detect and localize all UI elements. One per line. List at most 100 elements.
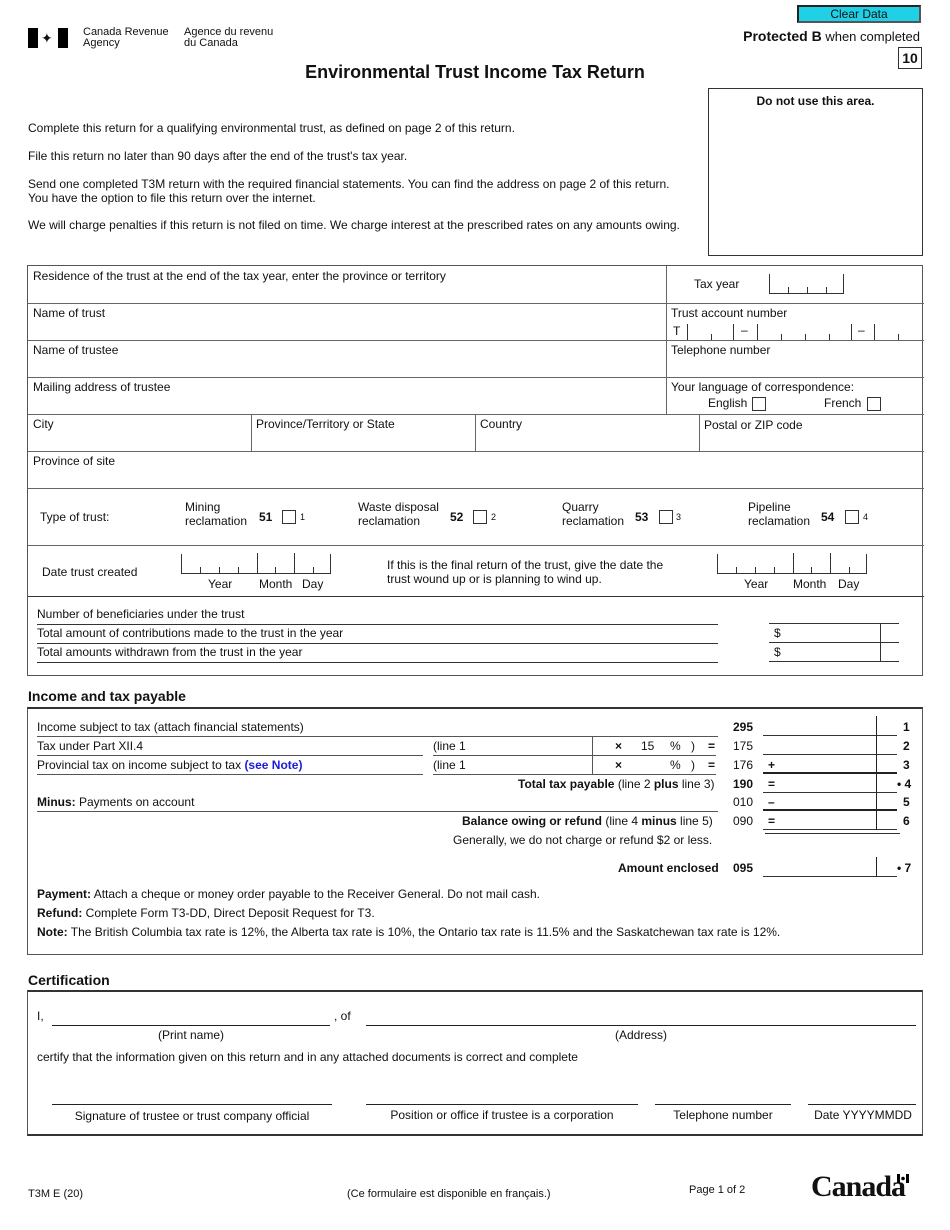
- when-completed-label: when completed: [821, 29, 920, 44]
- provincial-tax-label: Provincial tax on income subject to tax …: [37, 758, 302, 772]
- line-number-6: 6: [903, 814, 910, 828]
- name-of-trust-field[interactable]: [33, 322, 661, 338]
- percent-sign: %: [670, 758, 681, 772]
- date-wound-up-field[interactable]: [717, 553, 867, 574]
- option-line2: reclamation: [185, 514, 248, 528]
- part-xii4-rate: 15: [641, 739, 655, 753]
- option-line2: reclamation: [562, 514, 625, 528]
- balance-owing-label: Balance owing or refund (line 4 minus li…: [462, 814, 713, 828]
- province-of-site-field[interactable]: [33, 470, 919, 486]
- trust-type-value-2: 2: [491, 512, 497, 522]
- amount-enclosed-label: Amount enclosed: [618, 861, 719, 875]
- country-label: Country: [480, 417, 523, 431]
- balance-bold: Balance owing or refund: [462, 814, 603, 828]
- balance-end: line 5): [676, 814, 713, 828]
- date-created-field[interactable]: [181, 553, 331, 574]
- line-1-ref: (line 1: [433, 739, 466, 753]
- code-175: 175: [733, 739, 754, 753]
- see-note-link[interactable]: (see Note): [244, 758, 302, 772]
- certification-heading: Certification: [28, 972, 110, 988]
- equals-sign: =: [708, 758, 716, 772]
- option-line1: Mining: [185, 500, 221, 514]
- name-of-trustee-label: Name of trustee: [33, 343, 119, 357]
- french-checkbox[interactable]: [867, 397, 881, 411]
- trust-type-pipeline-label: Pipeline reclamation: [748, 500, 810, 528]
- dash-2: –: [858, 323, 865, 337]
- cert-telephone-field[interactable]: [655, 1087, 791, 1105]
- agency-name-fr: Agence du revenu du Canada: [184, 27, 273, 49]
- telephone-field[interactable]: [671, 359, 919, 375]
- signature-field[interactable]: [52, 1087, 332, 1105]
- country-field[interactable]: [480, 433, 693, 449]
- canada-flag-icon: ✦: [28, 28, 68, 48]
- province-state-field[interactable]: [256, 433, 469, 449]
- print-name-field[interactable]: [52, 1006, 330, 1026]
- provincial-tax-text: Provincial tax on income subject to tax: [37, 758, 245, 772]
- french-availability-note: (Ce formulaire est disponible en françai…: [347, 1188, 551, 1200]
- close-paren: ): [691, 758, 695, 772]
- intro-paragraph-4: We will charge penalties if this return …: [28, 218, 680, 232]
- province-of-site-label: Province of site: [33, 454, 116, 468]
- print-name-caption: (Print name): [157, 1028, 225, 1042]
- certification-section: I, , of (Print name) (Address) certify t…: [27, 990, 923, 1136]
- beneficiaries-field[interactable]: [769, 606, 899, 624]
- certify-i: I,: [37, 1009, 44, 1023]
- trust-account-number-field[interactable]: T – –: [671, 322, 923, 340]
- english-label: English: [708, 396, 748, 410]
- english-checkbox[interactable]: [752, 397, 766, 411]
- cert-date-caption: Date YYYYMMDD: [814, 1108, 912, 1122]
- postal-code-field[interactable]: [704, 433, 919, 449]
- address-field[interactable]: [366, 1006, 916, 1026]
- created-day-caption: Day: [302, 577, 324, 591]
- trust-type-pipeline-checkbox[interactable]: [845, 510, 859, 524]
- clear-data-button[interactable]: Clear Data: [797, 5, 921, 23]
- position-field[interactable]: [366, 1087, 638, 1105]
- trust-type-waste-checkbox[interactable]: [473, 510, 487, 524]
- city-field[interactable]: [33, 433, 246, 449]
- trust-type-quarry-checkbox[interactable]: [659, 510, 673, 524]
- flag-right-bar: [58, 28, 68, 48]
- payment-instruction: Payment: Attach a cheque or money order …: [37, 887, 540, 901]
- position-caption: Position or office if trustee is a corpo…: [390, 1108, 614, 1122]
- total-tax-bold: Total tax payable: [518, 777, 615, 791]
- trust-account-prefix: T: [673, 324, 681, 338]
- signature-caption: Signature of trustee or trust company of…: [74, 1109, 310, 1123]
- do-not-use-label: Do not use this area.: [756, 94, 875, 108]
- mailing-address-field[interactable]: [33, 396, 661, 412]
- trust-type-mining-checkbox[interactable]: [282, 510, 296, 524]
- code-010: 010: [733, 795, 754, 809]
- cert-date-field[interactable]: [808, 1087, 916, 1105]
- protected-b-notice: Protected B when completed: [743, 28, 920, 44]
- code-090: 090: [733, 814, 754, 828]
- code-295: 295: [733, 720, 754, 734]
- plus-word: plus: [653, 777, 679, 791]
- line-number-1: 1: [903, 720, 910, 734]
- withdrawn-field[interactable]: [769, 644, 899, 662]
- intro-paragraph-3b: You have the option to file this return …: [28, 191, 316, 205]
- provincial-rate-field[interactable]: [631, 756, 667, 772]
- postal-code-label: Postal or ZIP code: [704, 418, 803, 432]
- total-tax-end: line 3): [678, 777, 715, 791]
- intro-paragraph-3a: Send one completed T3M return with the r…: [28, 177, 670, 191]
- province-state-label: Province/Territory or State: [256, 417, 395, 431]
- type-of-trust-label: Type of trust:: [40, 510, 110, 524]
- trust-type-quarry-label: Quarry reclamation: [562, 500, 624, 528]
- french-label: French: [824, 396, 862, 410]
- line-number-3: 3: [903, 758, 910, 772]
- final-return-line2: trust wound up or is planning to wind up…: [387, 572, 602, 586]
- tax-year-field[interactable]: [769, 274, 844, 294]
- identification-section: Residence of the trust at the end of the…: [27, 265, 924, 676]
- cert-telephone-caption: Telephone number: [673, 1108, 773, 1122]
- refund-bold: Refund:: [37, 906, 83, 920]
- flag-left-bar: [28, 28, 38, 48]
- option-line2: reclamation: [358, 514, 421, 528]
- name-of-trustee-field[interactable]: [33, 359, 661, 375]
- residence-field[interactable]: [33, 286, 661, 302]
- payments-text: Payments on account: [75, 795, 195, 809]
- maple-leaf-icon: ✦: [41, 30, 53, 46]
- trust-type-code-52: 52: [450, 510, 464, 524]
- trust-type-value-1: 1: [300, 512, 306, 522]
- option-line1: Quarry: [562, 500, 599, 514]
- wound-up-day-caption: Day: [838, 577, 860, 591]
- city-label: City: [33, 417, 54, 431]
